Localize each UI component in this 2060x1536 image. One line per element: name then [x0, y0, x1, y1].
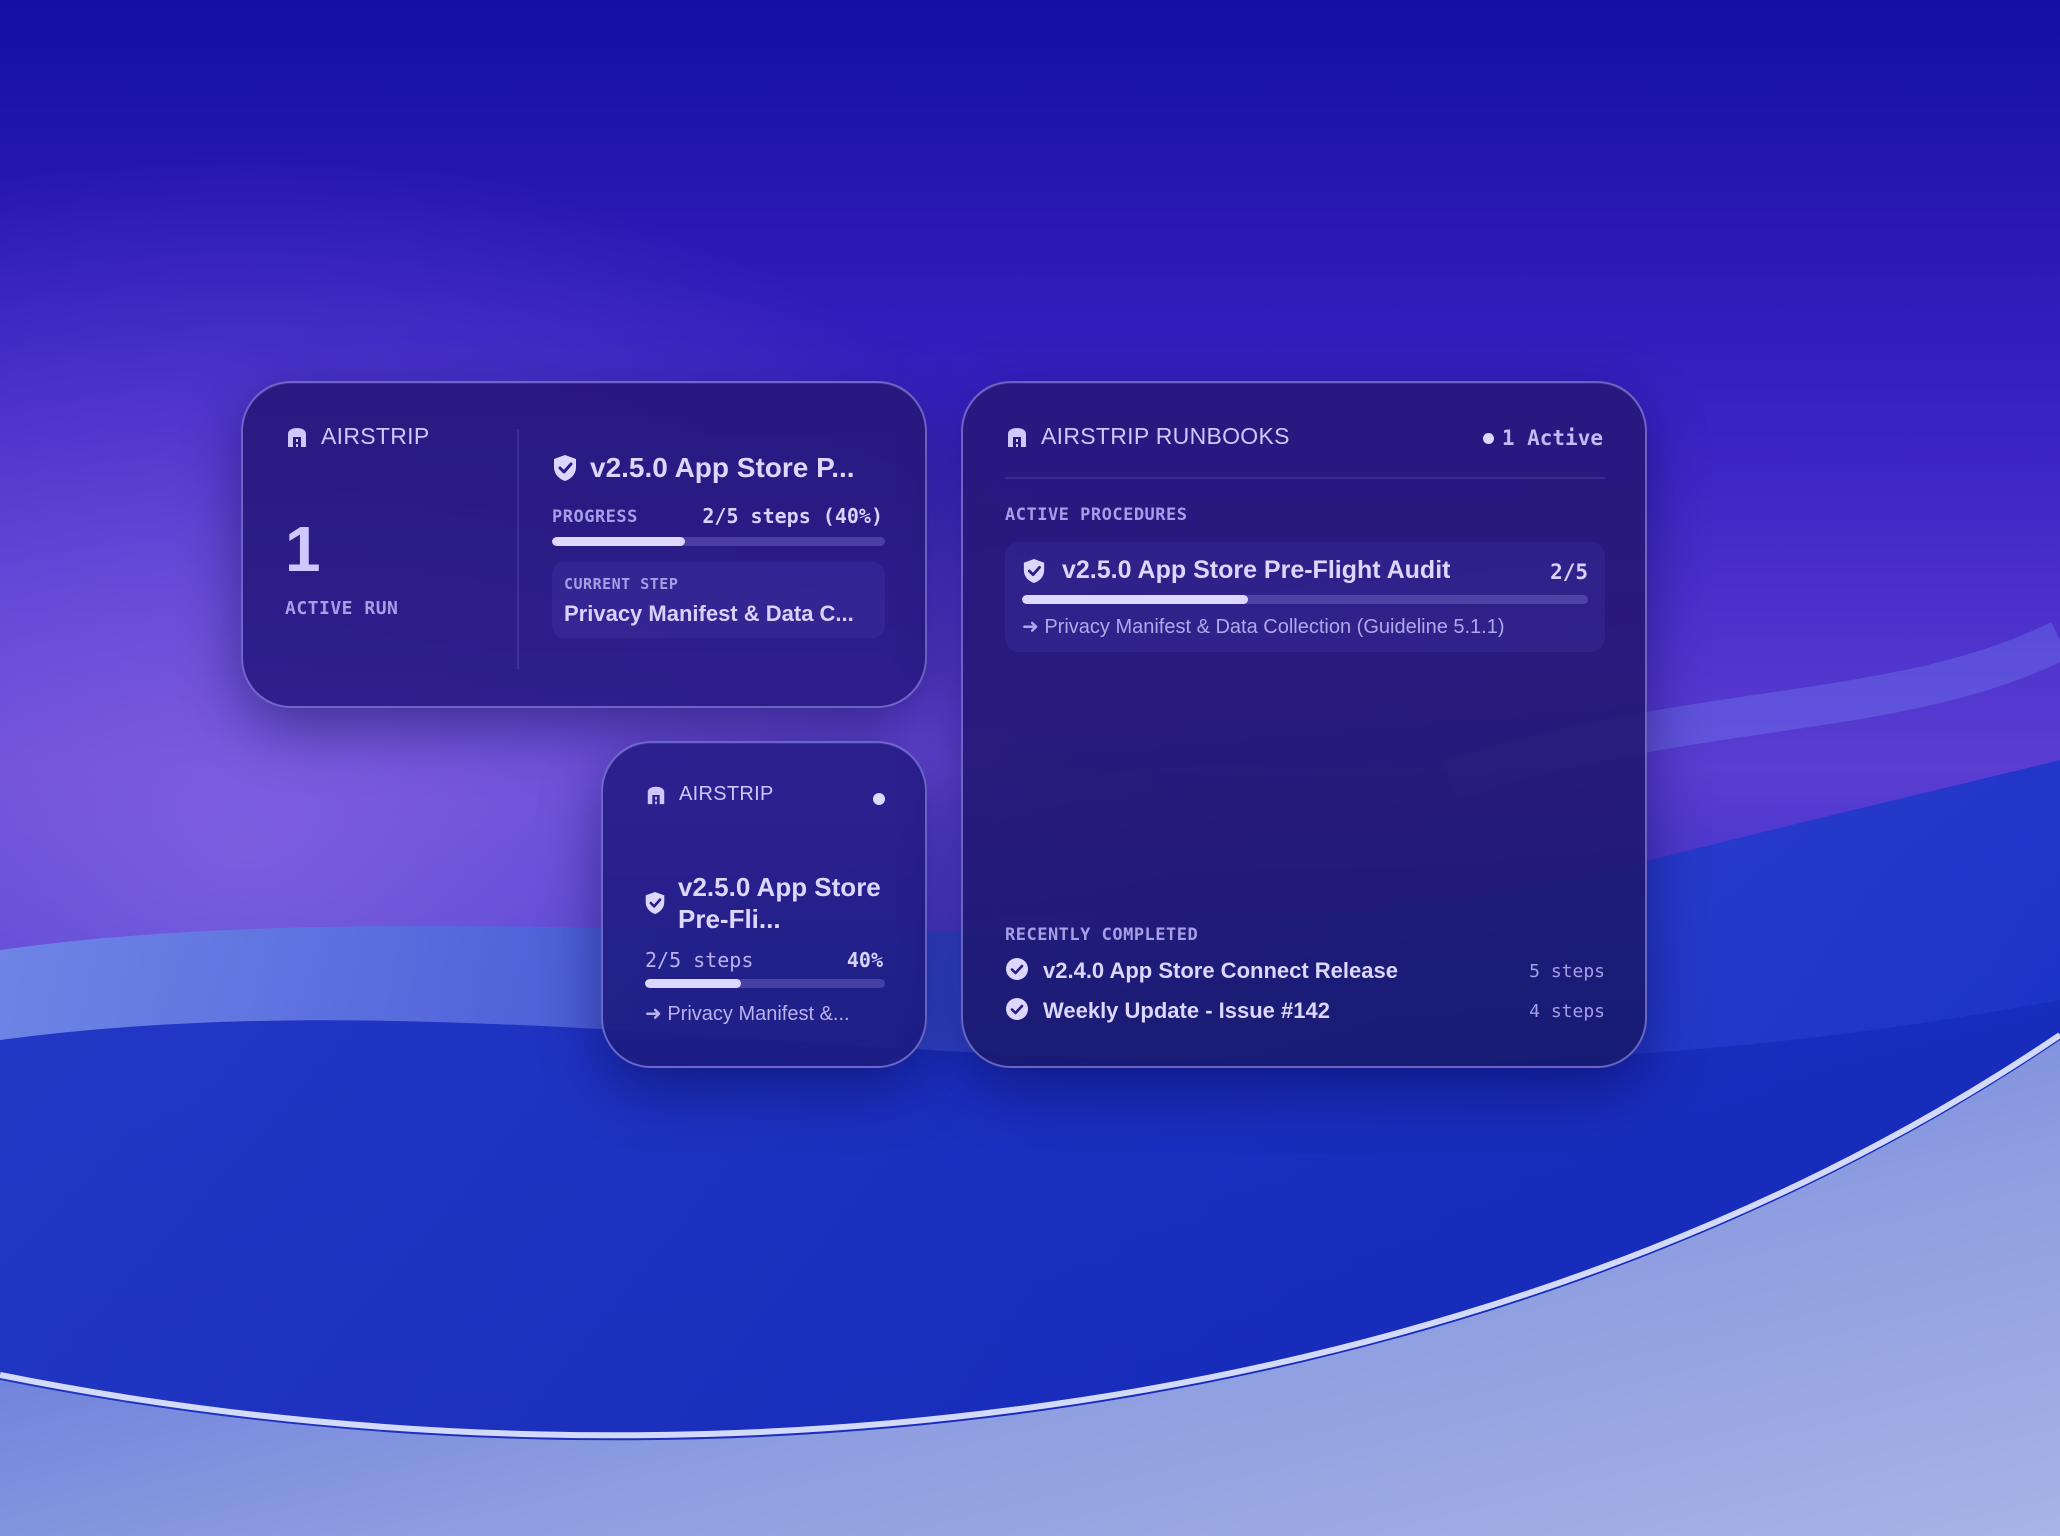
current-step-value: ➜ Privacy Manifest &...	[645, 1003, 850, 1025]
current-step-box: CURRENT STEP Privacy Manifest & Data C..…	[552, 562, 885, 638]
airstrip-logo-icon	[1005, 425, 1029, 449]
active-status-dot	[1482, 432, 1494, 444]
progress-value: 2/5 steps (40%)	[702, 504, 883, 528]
active-procedures-heading: ACTIVE PROCEDURES	[1005, 505, 1188, 525]
run-title[interactable]: v2.5.0 App Store Pre-Fli...	[644, 871, 894, 935]
progress-percent: 40%	[846, 948, 883, 972]
airstrip-runbooks-widget-large[interactable]: AIRSTRIP RUNBOOKS 1 Active ACTIVE PROCED…	[961, 381, 1647, 1068]
procedure-step-count: 2/5	[1550, 560, 1588, 584]
header-divider	[1005, 477, 1605, 479]
brand-label: AIRSTRIP RUNBOOKS	[1041, 423, 1290, 449]
active-procedure-card[interactable]: v2.5.0 App Store Pre-Flight Audit 2/5 ➜ …	[1005, 542, 1605, 652]
completed-item-name: v2.4.0 App Store Connect Release	[1043, 958, 1398, 983]
shield-check-icon	[552, 454, 578, 482]
brand-label: AIRSTRIP	[679, 783, 774, 805]
active-badge: 1 Active	[1482, 426, 1603, 450]
progress-bar	[1022, 595, 1588, 604]
column-divider	[517, 429, 519, 669]
procedure-title-label: v2.5.0 App Store Pre-Flight Audit	[1062, 556, 1451, 584]
active-run-label: ACTIVE RUN	[285, 598, 399, 619]
widget-brand: AIRSTRIP	[285, 423, 429, 450]
shield-check-icon	[644, 891, 666, 915]
completed-item[interactable]: v2.4.0 App Store Connect Release 5 steps	[1005, 955, 1605, 987]
airstrip-widget-small[interactable]: AIRSTRIP v2.5.0 App Store Pre-Fli... 2/5…	[601, 741, 927, 1068]
airstrip-logo-icon	[285, 425, 309, 449]
recently-completed-heading: RECENTLY COMPLETED	[1005, 925, 1199, 945]
active-status-dot	[873, 793, 885, 805]
progress-label: PROGRESS	[552, 507, 638, 527]
run-title-label: v2.5.0 App Store Pre-Fli...	[678, 872, 881, 934]
progress-bar-fill	[552, 537, 686, 546]
procedure-title: v2.5.0 App Store Pre-Flight Audit	[1022, 556, 1562, 585]
progress-bar-fill	[1022, 595, 1249, 604]
progress-bar	[552, 537, 885, 546]
current-step-value: Privacy Manifest & Data C...	[564, 601, 854, 626]
active-badge-label: 1 Active	[1501, 426, 1603, 450]
current-step-label: CURRENT STEP	[564, 575, 679, 593]
steps-count: 2/5 steps	[645, 948, 754, 972]
active-run-count: 1	[285, 513, 321, 585]
completed-item-name: Weekly Update - Issue #142	[1043, 998, 1330, 1023]
shield-check-icon	[1022, 558, 1046, 584]
completed-item-steps: 4 steps	[1529, 1000, 1605, 1022]
airstrip-widget-medium[interactable]: AIRSTRIP 1 ACTIVE RUN v2.5.0 App Store P…	[241, 381, 927, 708]
current-step-value: ➜ Privacy Manifest & Data Collection (Gu…	[1022, 616, 1505, 638]
run-title[interactable]: v2.5.0 App Store P...	[552, 452, 902, 484]
progress-bar-fill	[645, 979, 741, 988]
check-circle-icon	[1005, 957, 1029, 986]
airstrip-logo-icon	[645, 784, 667, 806]
completed-item-steps: 5 steps	[1529, 960, 1605, 982]
progress-bar	[645, 979, 885, 988]
check-circle-icon	[1005, 997, 1029, 1026]
brand-label: AIRSTRIP	[321, 423, 430, 449]
widget-brand: AIRSTRIP	[645, 783, 774, 806]
completed-item[interactable]: Weekly Update - Issue #142 4 steps	[1005, 995, 1605, 1027]
widget-brand: AIRSTRIP RUNBOOKS	[1005, 423, 1290, 450]
run-title-label: v2.5.0 App Store P...	[590, 452, 855, 483]
